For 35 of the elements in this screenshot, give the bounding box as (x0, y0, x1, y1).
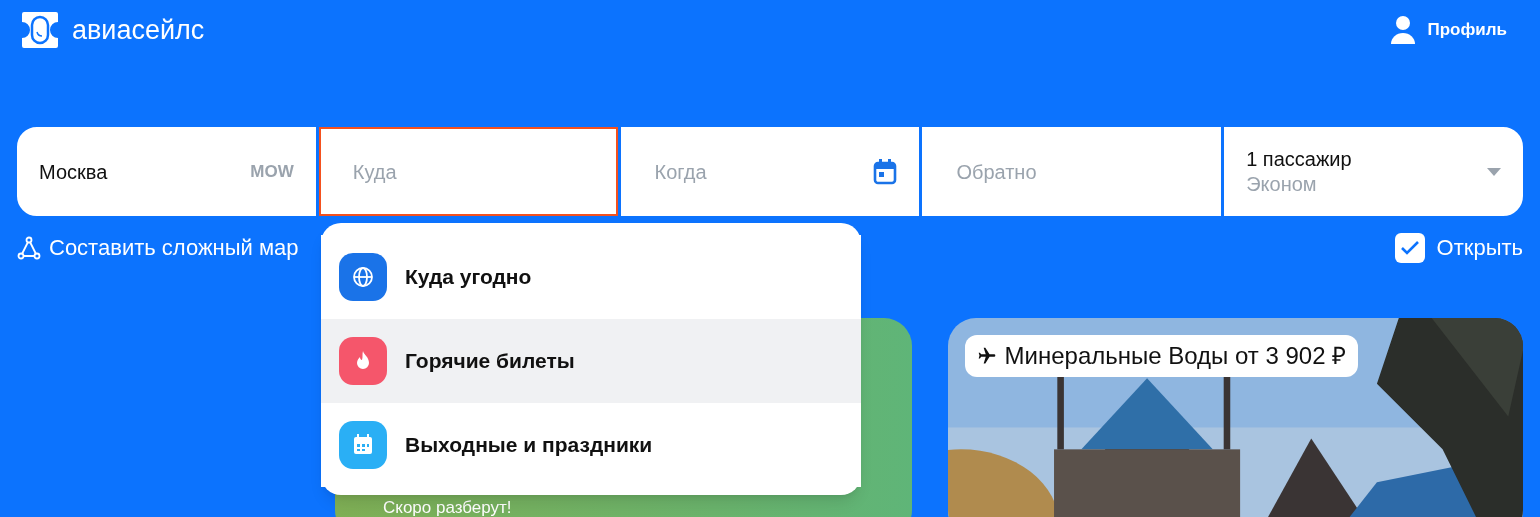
calendar-icon (873, 158, 898, 185)
open-checkbox[interactable]: Открыть (1394, 231, 1523, 264)
input-field[interactable]: Куда (318, 127, 618, 216)
promo-text: Скоро разберут! (383, 499, 513, 517)
dropdown-caret-icon (1487, 167, 1501, 176)
origin-value: Москва (39, 159, 108, 185)
suggestion-label: Куда угодно (405, 264, 532, 291)
input-field[interactable]: Обратно (922, 127, 1222, 216)
input-field[interactable]: Москва MOW (17, 127, 316, 216)
logo-icon (20, 10, 60, 50)
field-placeholder: Обратно (955, 159, 1038, 185)
suggestion-item[interactable]: Куда угодно (321, 235, 861, 319)
airplane-icon (976, 346, 997, 366)
suggestion-label: Горячие билеты (405, 348, 575, 375)
cabin-class: Эконом (1246, 171, 1318, 197)
destination-card[interactable]: Минеральные Воды от 3 902 ₽ (947, 318, 1523, 517)
route-icon (17, 235, 41, 260)
input-field[interactable]: Когда (620, 127, 920, 216)
checkmark-icon (1400, 240, 1419, 255)
complex-route-link[interactable]: Составить сложный мар (17, 231, 299, 264)
logo-text[interactable]: авиасейлс (72, 9, 205, 51)
suggestion-item[interactable]: Горячие билеты (321, 319, 861, 403)
price-text: Минеральные Воды от 3 902 ₽ (1004, 341, 1347, 371)
fire-icon (339, 337, 387, 385)
user-icon (1391, 16, 1416, 44)
profile-button[interactable]: Профиль (1391, 16, 1520, 44)
passenger-select[interactable]: 1 пассажир Эконом (1224, 127, 1523, 216)
suggestion-item[interactable]: Выходные и праздники (321, 403, 861, 487)
calendar-icon (339, 421, 387, 469)
field-placeholder: Когда (653, 159, 708, 185)
globe-icon (339, 253, 387, 301)
suggestion-label: Выходные и праздники (405, 432, 653, 459)
field-placeholder: Куда (351, 159, 398, 185)
passenger-count: 1 пассажир (1246, 146, 1352, 172)
airport-code: MOW (250, 160, 294, 183)
